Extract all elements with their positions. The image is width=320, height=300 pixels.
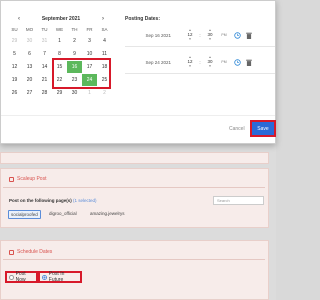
weekday-label: TH — [71, 27, 78, 32]
scaleup-post-title: Scaleup Post — [9, 176, 46, 182]
date-picker-modal: ‹ September 2021 › SU MO TU WE TH FR SA … — [0, 0, 276, 144]
weekday-label: WE — [55, 27, 64, 32]
schedule-dates-title: Schedule Dates — [9, 249, 52, 255]
calendar-day[interactable]: 17 — [82, 61, 97, 73]
calendar-week: 29 30 31 1 2 3 4 — [7, 34, 112, 47]
post-on-label: Post on the following page(s) (1 selecte… — [9, 198, 97, 203]
calendar-day[interactable]: 6 — [22, 48, 37, 60]
hour-stepper[interactable]: ▴ 12 ▾ — [183, 28, 197, 42]
row-divider — [125, 46, 275, 47]
row-divider — [125, 73, 275, 74]
down-arrow-icon[interactable]: ▾ — [209, 64, 211, 69]
calendar-week: 5 6 7 8 9 10 11 — [7, 47, 112, 60]
radio-icon — [9, 274, 14, 280]
calendar-day[interactable]: 19 — [7, 74, 22, 86]
calendar-day[interactable]: 13 — [22, 61, 37, 73]
calendar-day[interactable]: 25 — [97, 74, 112, 86]
calendar-day[interactable]: 31 — [37, 35, 52, 47]
meridian-toggle[interactable]: PM — [217, 33, 231, 37]
posting-date-row: Sep 24 2021 ▴ 12 ▾ : ▴ 30 ▾ PM — [125, 52, 275, 72]
clock-icon[interactable] — [231, 31, 243, 39]
minute-stepper[interactable]: ▴ 30 ▾ — [203, 55, 217, 69]
minute-stepper[interactable]: ▴ 30 ▾ — [203, 28, 217, 42]
calendar-day-selected[interactable]: 24 — [82, 73, 97, 86]
calendar-day[interactable]: 30 — [67, 87, 82, 99]
calendar-day[interactable]: 3 — [82, 35, 97, 47]
calendar-day[interactable]: 20 — [22, 74, 37, 86]
weekday-label: SA — [101, 27, 108, 32]
calendar-icon — [9, 249, 14, 255]
posting-dates-label: Posting Dates: — [125, 16, 161, 22]
calendar-day[interactable]: 29 — [52, 87, 67, 99]
weekday-label: MO — [25, 27, 34, 32]
section-divider — [3, 187, 265, 188]
calendar-day[interactable]: 9 — [67, 48, 82, 60]
calendar-month-label: September 2021 — [41, 16, 81, 22]
calendar-week: 26 27 28 29 30 1 2 — [7, 86, 112, 99]
prev-month-button[interactable]: ‹ — [15, 16, 23, 22]
post-now-radio[interactable]: Post Now — [5, 271, 38, 283]
calendar-day[interactable]: 2 — [97, 87, 112, 99]
next-month-button[interactable]: › — [99, 16, 107, 22]
cancel-button[interactable]: Cancel — [229, 126, 245, 132]
background-panel-top — [0, 152, 269, 164]
page-tag-digroo-official[interactable]: digroo_official — [47, 210, 79, 217]
down-arrow-icon[interactable]: ▾ — [209, 37, 211, 42]
weekday-row: SU MO TU WE TH FR SA — [7, 25, 112, 34]
modal-footer-divider — [1, 115, 275, 116]
calendar-day[interactable]: 2 — [67, 35, 82, 47]
calendar-day[interactable]: 23 — [67, 74, 82, 86]
calendar-day[interactable]: 12 — [7, 61, 22, 73]
calendar-day[interactable]: 15 — [52, 61, 67, 73]
calendar-day[interactable]: 5 — [7, 48, 22, 60]
scaleup-icon — [9, 176, 14, 182]
calendar-week: 12 13 14 15 16 17 18 — [7, 60, 112, 73]
calendar-day[interactable]: 7 — [37, 48, 52, 60]
calendar-day[interactable]: 26 — [7, 87, 22, 99]
calendar-day[interactable]: 4 — [97, 35, 112, 47]
calendar-day[interactable]: 27 — [22, 87, 37, 99]
page-search-input[interactable]: Search — [213, 196, 264, 205]
posting-date-row: Sep 16 2021 ▴ 12 ▾ : ▴ 30 ▾ PM — [125, 25, 275, 45]
posting-date-value[interactable]: Sep 16 2021 — [125, 33, 171, 38]
clock-icon[interactable] — [231, 58, 243, 66]
weekday-label: TU — [41, 27, 48, 32]
calendar-day-selected[interactable]: 16 — [67, 60, 82, 73]
calendar-day[interactable]: 22 — [52, 74, 67, 86]
meridian-toggle[interactable]: PM — [217, 60, 231, 64]
calendar-day[interactable]: 8 — [52, 48, 67, 60]
calendar-day[interactable]: 30 — [22, 35, 37, 47]
calendar-day[interactable]: 29 — [7, 35, 22, 47]
section-divider — [3, 259, 265, 260]
calendar-day[interactable]: 14 — [37, 61, 52, 73]
calendar-day[interactable]: 11 — [97, 48, 112, 60]
calendar-day[interactable]: 10 — [82, 48, 97, 60]
down-arrow-icon[interactable]: ▾ — [189, 37, 191, 42]
calendar-day[interactable]: 21 — [37, 74, 52, 86]
save-button[interactable]: Save — [250, 120, 276, 137]
trash-icon[interactable] — [243, 58, 255, 66]
down-arrow-icon[interactable]: ▾ — [189, 64, 191, 69]
calendar-day[interactable]: 18 — [97, 61, 112, 73]
calendar-week: 19 20 21 22 23 24 25 — [7, 73, 112, 86]
hour-stepper[interactable]: ▴ 12 ▾ — [183, 55, 197, 69]
page-tag-amazing-jewelrys[interactable]: amazing.jewelrys — [88, 210, 127, 217]
post-in-future-radio[interactable]: Post In Future — [38, 271, 82, 283]
trash-icon[interactable] — [243, 31, 255, 39]
calendar-grid: SU MO TU WE TH FR SA 29 30 31 1 2 3 4 5 … — [7, 25, 112, 99]
page-tag-socialproofed[interactable]: socialproofed — [8, 210, 41, 219]
calendar-day[interactable]: 1 — [82, 87, 97, 99]
weekday-label: SU — [11, 27, 18, 32]
calendar-header: ‹ September 2021 › — [15, 16, 107, 22]
weekday-label: FR — [86, 27, 93, 32]
radio-checked-icon — [42, 274, 47, 280]
posting-date-value[interactable]: Sep 24 2021 — [125, 60, 171, 65]
calendar-day[interactable]: 1 — [52, 35, 67, 47]
calendar-day[interactable]: 28 — [37, 87, 52, 99]
